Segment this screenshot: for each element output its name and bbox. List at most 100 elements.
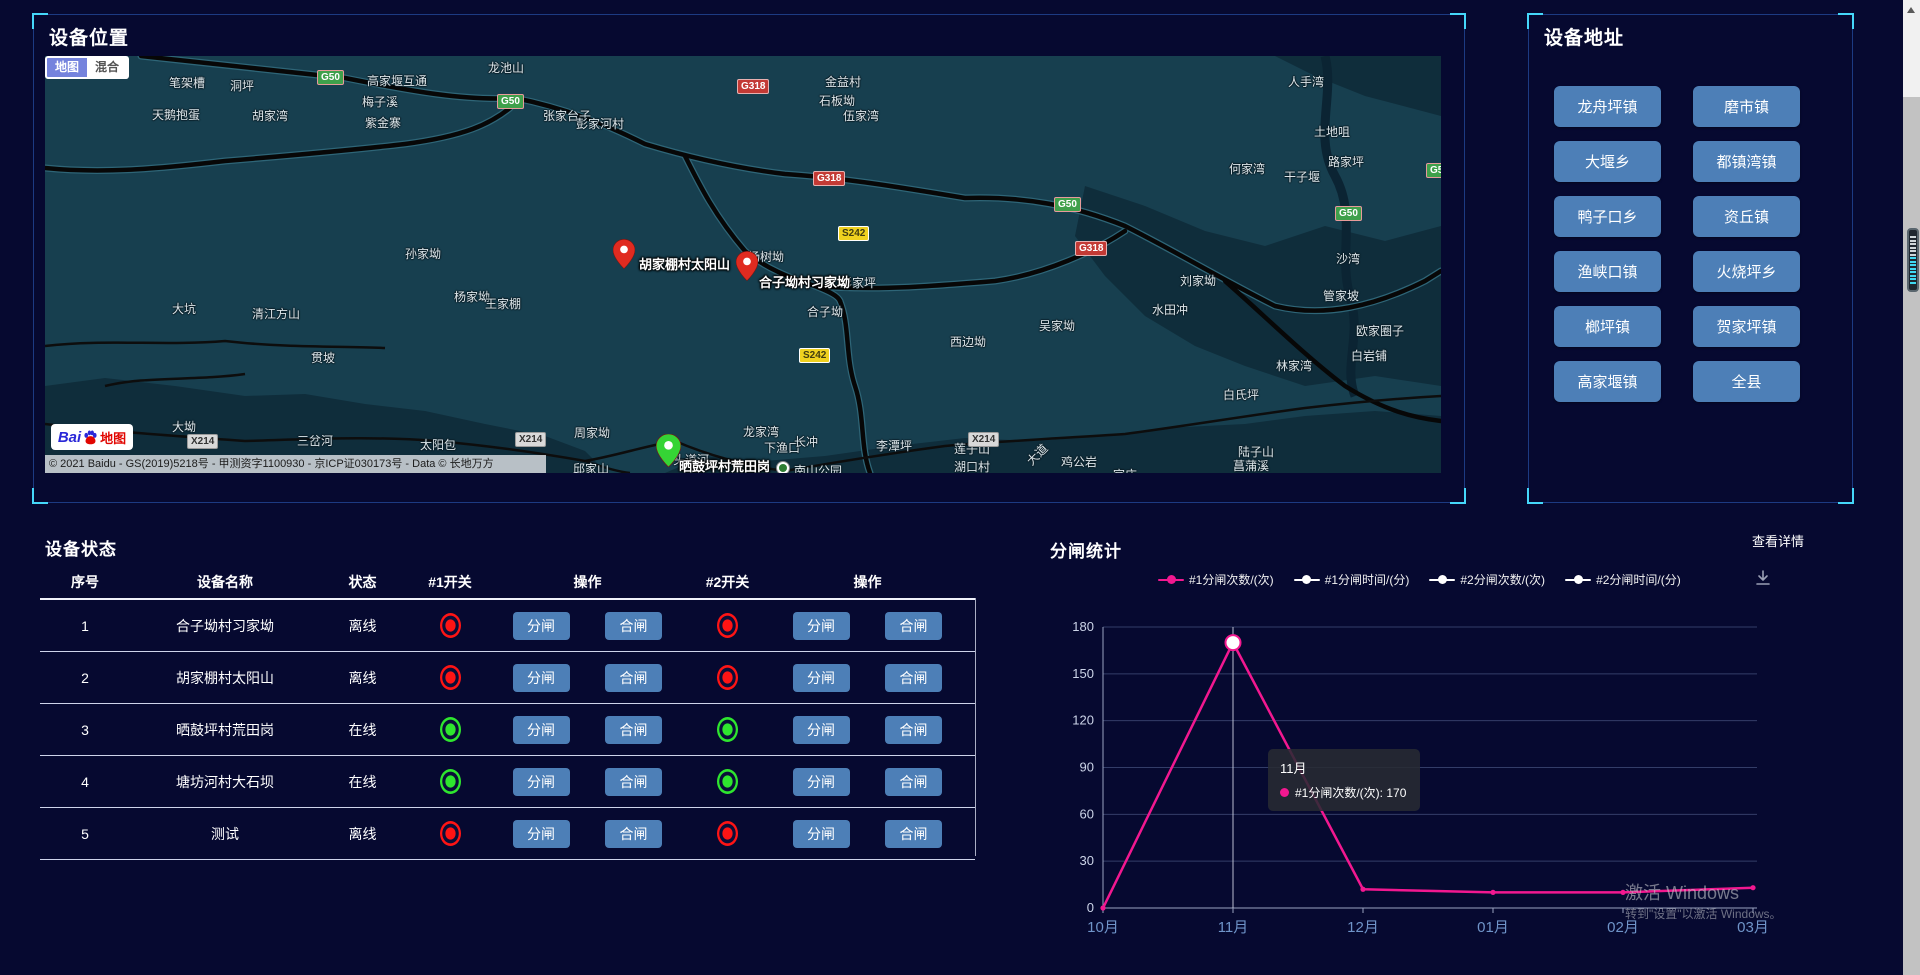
road-badge-s242: S242 xyxy=(799,348,830,363)
close-switch1-button[interactable]: 合闸 xyxy=(605,768,662,796)
address-button-高家堰镇[interactable]: 高家堰镇 xyxy=(1554,361,1661,402)
open-switch2-button[interactable]: 分闸 xyxy=(793,664,850,692)
close-switch2-button[interactable]: 合闸 xyxy=(885,716,942,744)
address-button-榔坪镇[interactable]: 榔坪镇 xyxy=(1554,306,1661,347)
scroll-widget-dash xyxy=(1910,247,1916,249)
legend-marker-icon xyxy=(1565,575,1591,584)
map-place-label: 吴家坳 xyxy=(1039,317,1075,334)
map-marker-pin[interactable] xyxy=(613,239,635,274)
map-marker-pin[interactable] xyxy=(736,251,758,286)
address-button-磨市镇[interactable]: 磨市镇 xyxy=(1693,86,1800,127)
legend-label: #1分闸时间/(分) xyxy=(1325,571,1410,588)
legend-item[interactable]: #1分闸次数/(次) xyxy=(1158,571,1274,588)
address-panel-title: 设备地址 xyxy=(1544,23,1624,50)
switch-status-light-red xyxy=(440,665,461,690)
legend-item[interactable]: #2分闸次数/(次) xyxy=(1429,571,1545,588)
corner-decor xyxy=(32,488,48,504)
road-badge-x214: X214 xyxy=(968,432,999,447)
close-switch1-button[interactable]: 合闸 xyxy=(605,820,662,848)
address-button-鸭子口乡[interactable]: 鸭子口乡 xyxy=(1554,196,1661,237)
scroll-up-arrow-icon[interactable] xyxy=(1907,7,1915,13)
scroll-widget-dash xyxy=(1910,240,1916,242)
address-button-火烧坪乡[interactable]: 火烧坪乡 xyxy=(1693,251,1800,292)
window-scrollbar[interactable] xyxy=(1903,0,1920,975)
map-place-label: 南山公园 xyxy=(794,462,842,473)
table-header: #2开关 xyxy=(680,572,775,592)
address-button-全县[interactable]: 全县 xyxy=(1693,361,1800,402)
table-header: 设备名称 xyxy=(130,572,320,592)
switch-status-light-green xyxy=(440,717,461,742)
close-switch2-button[interactable]: 合闸 xyxy=(885,820,942,848)
address-button-龙舟坪镇[interactable]: 龙舟坪镇 xyxy=(1554,86,1661,127)
map-place-label: 紫金寨 xyxy=(365,114,401,131)
table-row: 3晒鼓坪村荒田岗在线分闸合闸分闸合闸 xyxy=(40,704,975,756)
close-switch1-button[interactable]: 合闸 xyxy=(605,612,662,640)
chart-tooltip: 11月 #1分闸次数/(次): 170 xyxy=(1268,749,1420,811)
map-place-label: 何家湾 xyxy=(1229,160,1265,177)
table-row: 1合子坳村习家坳离线分闸合闸分闸合闸 xyxy=(40,600,975,652)
map-type-control: 地图 混合 xyxy=(45,56,129,79)
road-badge-g318: G318 xyxy=(1075,241,1107,256)
close-switch2-button[interactable]: 合闸 xyxy=(885,612,942,640)
corner-decor xyxy=(1450,13,1466,29)
open-switch2-button[interactable]: 分闸 xyxy=(793,768,850,796)
scroll-widget-dash xyxy=(1910,236,1916,238)
address-button-渔峡口镇[interactable]: 渔峡口镇 xyxy=(1554,251,1661,292)
address-button-大堰乡[interactable]: 大堰乡 xyxy=(1554,141,1661,182)
map-place-label: 笔架槽 xyxy=(169,74,205,91)
switch-status-light-red xyxy=(440,613,461,638)
table-header: 状态 xyxy=(320,572,405,592)
address-button-都镇湾镇[interactable]: 都镇湾镇 xyxy=(1693,141,1800,182)
map-place-label: 大坳 xyxy=(172,418,196,435)
map-place-label: 合子坳 xyxy=(807,303,843,320)
road-badge-g50: G50 xyxy=(1054,197,1081,212)
corner-decor xyxy=(1527,488,1543,504)
close-switch1-button[interactable]: 合闸 xyxy=(605,716,662,744)
close-switch2-button[interactable]: 合闸 xyxy=(885,664,942,692)
table-row: 4塘坊河村大石坝在线分闸合闸分闸合闸 xyxy=(40,756,975,808)
baidu-map[interactable]: 地图 混合 Bai 地图 © 2021 Baidu - GS(2019)5218… xyxy=(45,56,1441,473)
svg-text:120: 120 xyxy=(1072,713,1094,728)
map-place-label: 周家坳 xyxy=(574,424,610,441)
map-type-hybrid-button[interactable]: 混合 xyxy=(87,58,127,77)
road-badge-g50: G50 xyxy=(497,94,524,109)
open-switch1-button[interactable]: 分闸 xyxy=(513,612,570,640)
open-switch1-button[interactable]: 分闸 xyxy=(513,768,570,796)
view-details-link[interactable]: 查看详情 xyxy=(1752,531,1804,550)
svg-text:180: 180 xyxy=(1072,619,1094,634)
open-switch1-button[interactable]: 分闸 xyxy=(513,664,570,692)
map-panel-title: 设备位置 xyxy=(49,23,129,50)
dashboard: 设备位置 xyxy=(0,0,1920,975)
device-status: 离线 xyxy=(320,824,405,844)
close-switch2-button[interactable]: 合闸 xyxy=(885,768,942,796)
device-status: 离线 xyxy=(320,668,405,688)
map-place-label: 龙池山 xyxy=(488,59,524,76)
switch-status-light-red xyxy=(717,613,738,638)
open-switch2-button[interactable]: 分闸 xyxy=(793,716,850,744)
svg-text:0: 0 xyxy=(1087,900,1094,915)
legend-item[interactable]: #1分闸时间/(分) xyxy=(1294,571,1410,588)
download-icon[interactable] xyxy=(1754,569,1772,592)
map-marker-pin[interactable] xyxy=(656,434,681,472)
map-place-label: 龙家湾 xyxy=(743,423,779,440)
scroll-widget-dash xyxy=(1910,261,1916,263)
scrollbar-thumb-widget[interactable] xyxy=(1907,228,1919,292)
device-status: 在线 xyxy=(320,720,405,740)
close-switch1-button[interactable]: 合闸 xyxy=(605,664,662,692)
address-button-贺家坪镇[interactable]: 贺家坪镇 xyxy=(1693,306,1800,347)
tooltip-category: 11月 xyxy=(1280,758,1406,777)
scroll-widget-dash xyxy=(1910,254,1916,256)
map-type-map-button[interactable]: 地图 xyxy=(47,58,87,77)
address-button-资丘镇[interactable]: 资丘镇 xyxy=(1693,196,1800,237)
table-header: 操作 xyxy=(495,572,680,592)
row-index: 2 xyxy=(40,670,130,686)
scrollbar-track-top[interactable] xyxy=(1903,0,1920,97)
open-switch1-button[interactable]: 分闸 xyxy=(513,820,570,848)
open-switch2-button[interactable]: 分闸 xyxy=(793,820,850,848)
legend-item[interactable]: #2分闸时间/(分) xyxy=(1565,571,1681,588)
open-switch1-button[interactable]: 分闸 xyxy=(513,716,570,744)
map-place-label: 长冲 xyxy=(794,433,818,450)
corner-decor xyxy=(1527,13,1543,29)
open-switch2-button[interactable]: 分闸 xyxy=(793,612,850,640)
map-place-label: 白氏坪 xyxy=(1223,386,1259,403)
